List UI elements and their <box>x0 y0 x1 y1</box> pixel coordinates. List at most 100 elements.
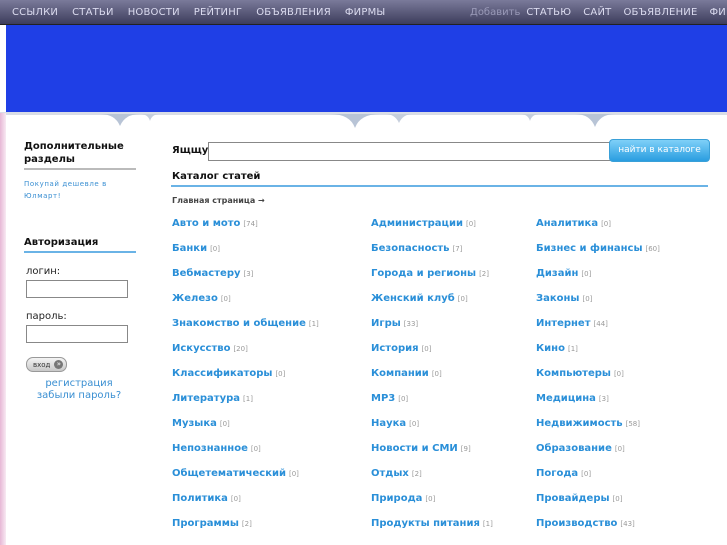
login-button[interactable]: вход » <box>26 357 68 372</box>
category-item[interactable]: Политика [0] <box>172 493 241 504</box>
promo-link[interactable]: Покупай дешевле в Юлмарт! <box>24 178 136 202</box>
nav-news[interactable]: НОВОСТИ <box>128 7 180 18</box>
category-item[interactable]: Погода [0] <box>536 468 591 479</box>
category-link[interactable]: Интернет <box>536 318 591 329</box>
category-item[interactable]: Банки [0] <box>172 243 220 254</box>
category-link[interactable]: Новости и СМИ <box>371 443 458 454</box>
category-item[interactable]: Литература [1] <box>172 393 253 404</box>
category-item[interactable]: Природа [0] <box>371 493 435 504</box>
category-item[interactable]: Непознанное [0] <box>172 443 261 454</box>
category-item[interactable]: Классификаторы [0] <box>172 368 285 379</box>
category-item[interactable]: Аналитика [0] <box>536 218 611 229</box>
category-item[interactable]: Образование [0] <box>536 443 625 454</box>
breadcrumb[interactable]: Главная страница → <box>172 196 265 205</box>
category-count: [0] <box>601 220 611 228</box>
category-item[interactable]: Безопасность [7] <box>371 243 462 254</box>
category-link[interactable]: Дизайн <box>536 268 578 279</box>
category-link[interactable]: Аналитика <box>536 218 598 229</box>
nav-articles[interactable]: СТАТЬИ <box>72 7 114 18</box>
category-link[interactable]: Знакомство и общение <box>172 318 306 329</box>
category-item[interactable]: Авто и мото [74] <box>172 218 258 229</box>
category-link[interactable]: Программы <box>172 518 239 529</box>
category-link[interactable]: Железо <box>172 293 218 304</box>
category-item[interactable]: Интернет [44] <box>536 318 608 329</box>
register-link[interactable]: регистрация <box>24 378 134 390</box>
category-link[interactable]: Медицина <box>536 393 596 404</box>
category-item[interactable]: Новости и СМИ [9] <box>371 443 471 454</box>
category-link[interactable]: История <box>371 343 419 354</box>
category-link[interactable]: Искусство <box>172 343 230 354</box>
category-item[interactable]: Музыка [0] <box>172 418 230 429</box>
category-link[interactable]: Классификаторы <box>172 368 272 379</box>
category-link[interactable]: Женский клуб <box>371 293 455 304</box>
category-link[interactable]: Компьютеры <box>536 368 611 379</box>
password-input[interactable] <box>26 325 128 343</box>
category-link[interactable]: Авто и мото <box>172 218 240 229</box>
category-item[interactable]: Общетематический [0] <box>172 468 299 479</box>
nav-links[interactable]: ССЫЛКИ <box>12 7 58 18</box>
category-link[interactable]: Литература <box>172 393 240 404</box>
category-link[interactable]: Провайдеры <box>536 493 610 504</box>
category-item[interactable]: Медицина [3] <box>536 393 609 404</box>
category-item[interactable]: Программы [2] <box>172 518 252 529</box>
nav-rating[interactable]: РЕЙТИНГ <box>194 7 242 18</box>
nav-firms[interactable]: ФИРМЫ <box>345 7 386 18</box>
category-link[interactable]: Погода <box>536 468 578 479</box>
category-link[interactable]: Кино <box>536 343 565 354</box>
category-item[interactable]: Недвижимость [58] <box>536 418 640 429</box>
category-count: [0] <box>457 295 468 303</box>
category-link[interactable]: Законы <box>536 293 579 304</box>
search-input[interactable] <box>208 142 611 161</box>
category-link[interactable]: Города и регионы <box>371 268 476 279</box>
category-link[interactable]: Общетематический <box>172 468 286 479</box>
category-item[interactable]: Дизайн [0] <box>536 268 591 279</box>
category-link[interactable]: Администрации <box>371 218 463 229</box>
category-link[interactable]: Игры <box>371 318 401 329</box>
add-site-link[interactable]: САЙТ <box>583 7 611 18</box>
category-link[interactable]: Компании <box>371 368 429 379</box>
category-link[interactable]: Недвижимость <box>536 418 623 429</box>
category-link[interactable]: Образование <box>536 443 612 454</box>
category-link[interactable]: Безопасность <box>371 243 450 254</box>
category-link[interactable]: Вебмастеру <box>172 268 241 279</box>
category-link[interactable]: Бизнес и финансы <box>536 243 643 254</box>
category-link[interactable]: Отдых <box>371 468 409 479</box>
category-item[interactable]: Отдых [2] <box>371 468 422 479</box>
add-firm-link[interactable]: ФИРМУ <box>710 7 727 18</box>
category-item[interactable]: Наука [0] <box>371 418 419 429</box>
category-item[interactable]: История [0] <box>371 343 431 354</box>
category-item[interactable]: Продукты питания [1] <box>371 518 493 529</box>
category-item[interactable]: Игры [33] <box>371 318 418 329</box>
login-input[interactable] <box>26 280 128 298</box>
forgot-password-link[interactable]: забыли пароль? <box>24 390 134 402</box>
add-ad-link[interactable]: ОБЪЯВЛЕНИЕ <box>623 7 697 18</box>
category-link[interactable]: Непознанное <box>172 443 248 454</box>
category-item[interactable]: Кино [1] <box>536 343 578 354</box>
category-link[interactable]: Продукты питания <box>371 518 480 529</box>
category-item[interactable]: Законы [0] <box>536 293 592 304</box>
category-item[interactable]: MP3 [0] <box>371 393 408 404</box>
category-item[interactable]: Провайдеры [0] <box>536 493 622 504</box>
add-label: Добавить <box>470 6 521 18</box>
category-item[interactable]: Компании [0] <box>371 368 442 379</box>
nav-ads[interactable]: ОБЪЯВЛЕНИЯ <box>256 7 331 18</box>
category-link[interactable]: Музыка <box>172 418 217 429</box>
category-item[interactable]: Вебмастеру [3] <box>172 268 253 279</box>
category-item[interactable]: Железо [0] <box>172 293 231 304</box>
category-item[interactable]: Города и регионы [2] <box>371 268 489 279</box>
category-link[interactable]: Банки <box>172 243 207 254</box>
category-item[interactable]: Производство [43] <box>536 518 635 529</box>
category-item[interactable]: Женский клуб [0] <box>371 293 468 304</box>
category-item[interactable]: Бизнес и финансы [60] <box>536 243 660 254</box>
category-item[interactable]: Знакомство и общение [1] <box>172 318 319 329</box>
category-item[interactable]: Администрации [0] <box>371 218 476 229</box>
category-link[interactable]: MP3 <box>371 393 395 404</box>
category-item[interactable]: Искусство [20] <box>172 343 248 354</box>
category-link[interactable]: Производство <box>536 518 617 529</box>
category-item[interactable]: Компьютеры [0] <box>536 368 624 379</box>
category-link[interactable]: Политика <box>172 493 228 504</box>
category-link[interactable]: Природа <box>371 493 422 504</box>
search-button[interactable]: найти в каталоге <box>609 139 710 162</box>
category-link[interactable]: Наука <box>371 418 406 429</box>
add-article-link[interactable]: СТАТЬЮ <box>526 7 571 18</box>
